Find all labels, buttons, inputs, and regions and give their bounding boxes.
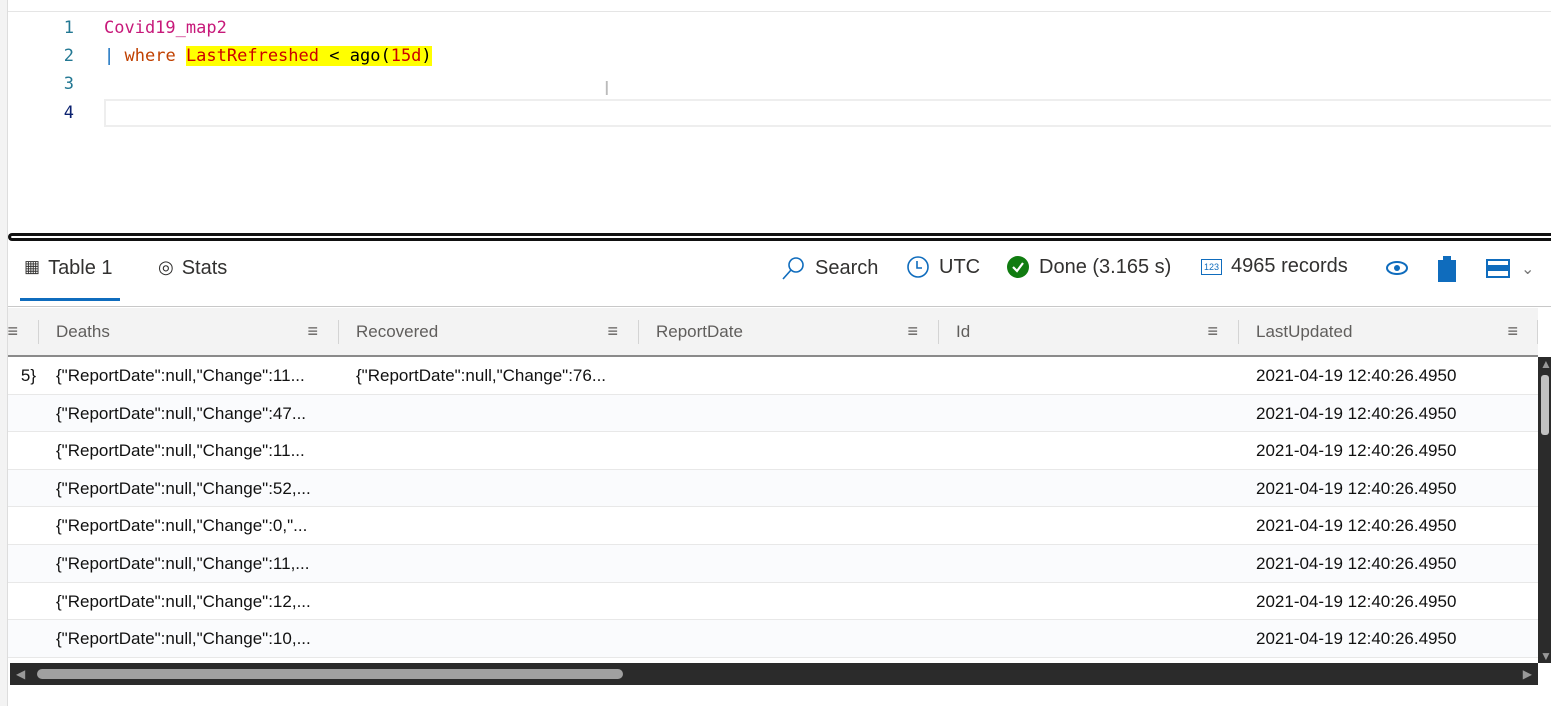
layout-icon [1486, 259, 1510, 278]
timezone-label: UTC [939, 255, 981, 278]
horizontal-scrollbar[interactable]: ◀ ▶ [10, 663, 1538, 685]
scroll-up-icon[interactable]: ▲ [1540, 357, 1551, 371]
cell-lastupdated[interactable]: 2021-04-19 12:40:26.4950 [1238, 583, 1538, 620]
current-line-highlight [104, 99, 1551, 127]
cell-deaths[interactable]: {"ReportDate":null,"Change":47... [38, 395, 338, 432]
editor-line-3: 3 [8, 70, 1551, 98]
cell-deaths[interactable]: {"ReportDate":null,"Change":11... [38, 432, 338, 469]
cell-deaths[interactable]: {"ReportDate":null,"Change":52,... [38, 470, 338, 507]
table-row[interactable]: {"ReportDate":null,"Change":52,... 2021-0… [8, 469, 1538, 508]
column-menu-icon[interactable]: ≡ [307, 308, 318, 355]
cell-deaths[interactable]: {"ReportDate":null,"Change":10,... [38, 620, 338, 657]
partial-column-header[interactable]: ≡ [7, 308, 38, 355]
column-label: ReportDate [656, 322, 743, 341]
text-cursor-icon: I [604, 78, 610, 100]
line-number: 2 [63, 46, 74, 66]
chevron-down-icon: ⌄ [1521, 261, 1535, 278]
where-keyword: where [124, 46, 176, 66]
grid-header: ≡ Deaths ≡ Recovered ≡ ReportDate ≡ Id ≡ Las… [7, 308, 1538, 357]
table-row[interactable]: {"ReportDate":null,"Change":10,... 2021-0… [8, 620, 1538, 658]
function: ago( [349, 46, 391, 66]
scroll-left-icon[interactable]: ◀ [16, 667, 25, 681]
tab-table-1[interactable]: ▦ Table 1 [20, 255, 120, 301]
copy-button[interactable] [1437, 255, 1457, 283]
cell-lastupdated[interactable]: 2021-04-19 12:40:26.4950 [1238, 395, 1538, 432]
table-row[interactable]: {"ReportDate":null,"Change":11,... 2021-0… [8, 545, 1538, 583]
scroll-down-icon[interactable]: ▼ [1540, 649, 1551, 663]
cell-lastupdated[interactable]: 2021-04-19 12:40:26.4950 [1238, 357, 1538, 394]
cell-lastupdated[interactable]: 2021-04-19 12:40:26.4950 [1238, 432, 1538, 469]
column-menu-icon[interactable]: ≡ [607, 308, 618, 355]
table-row[interactable]: {"ReportDate":null,"Change":12,... 2021-0… [8, 583, 1538, 621]
search-label: Search [815, 256, 879, 279]
table-row[interactable]: {"ReportDate":null,"Change":47... 2021-04… [8, 394, 1538, 433]
column-header-deaths[interactable]: Deaths ≡ [38, 308, 338, 355]
cell-lastupdated[interactable]: 2021-04-19 12:40:26.4950 [1238, 620, 1538, 657]
stats-icon: ◎ [158, 257, 174, 277]
results-toolbar: ▦ Table 1 ◎ Stats Search UTC Done (3.165… [8, 245, 1551, 307]
record-count: 123 4965 records [1201, 255, 1348, 278]
pane-splitter[interactable] [8, 233, 1551, 241]
column-menu-icon[interactable]: ≡ [7, 308, 18, 355]
records-label: 4965 records [1231, 255, 1348, 277]
line-number: 4 [63, 103, 74, 123]
search-button[interactable]: Search [780, 255, 878, 281]
table-row[interactable]: {"ReportDate":null,"Change":11... 2021-04… [8, 432, 1538, 470]
status-label: Done (3.165 s) [1039, 255, 1172, 278]
table-name: Covid19_map2 [104, 18, 227, 38]
view-button[interactable] [1385, 259, 1409, 277]
check-circle-icon [1007, 256, 1029, 278]
argument: 15d [390, 46, 422, 66]
timezone-button[interactable]: UTC [906, 255, 980, 279]
cell-deaths[interactable]: {"ReportDate":null,"Change":12,... [38, 583, 338, 620]
column-menu-icon[interactable]: ≡ [907, 308, 918, 355]
cell-deaths[interactable]: {"ReportDate":null,"Change":11... [38, 357, 338, 394]
column-menu-icon[interactable]: ≡ [1207, 308, 1218, 355]
eye-icon [1386, 261, 1408, 275]
cell-lastupdated[interactable]: 2021-04-19 12:40:26.4950 [1238, 507, 1538, 544]
column-header-reportdate[interactable]: ReportDate ≡ [638, 308, 938, 355]
column-header-lastupdated[interactable]: LastUpdated ≡ [1238, 308, 1538, 355]
cell-recovered[interactable]: {"ReportDate":null,"Change":76... [338, 357, 638, 394]
pipe: | [104, 46, 115, 66]
cell-lastupdated[interactable]: 2021-04-19 12:40:26.4950 [1238, 545, 1538, 582]
scroll-right-icon[interactable]: ▶ [1523, 667, 1532, 681]
tab-stats[interactable]: ◎ Stats [158, 255, 227, 301]
cell-partial[interactable]: 5} [8, 357, 38, 394]
vertical-scrollbar[interactable]: ▲ ▼ [1538, 357, 1551, 663]
operator: < [329, 46, 340, 66]
editor-line-2: 2 | where LastRefreshed < ago(15d) [8, 42, 1551, 70]
tab-label: Table 1 [48, 257, 113, 279]
paren: ) [421, 46, 432, 66]
column-label: LastUpdated [1256, 322, 1353, 341]
layout-dropdown[interactable]: ⌄ [1486, 259, 1534, 279]
horizontal-scroll-thumb[interactable] [37, 669, 623, 679]
table-icon: ▦ [24, 257, 41, 276]
search-icon [782, 257, 804, 280]
column-header-recovered[interactable]: Recovered ≡ [338, 308, 638, 355]
column-label: Id [956, 322, 971, 341]
query-editor[interactable]: 1 Covid19_map2 2 | where LastRefreshed <… [8, 11, 1551, 243]
tab-label: Stats [181, 257, 228, 279]
column-label: Recovered [356, 322, 439, 341]
editor-line-1: 1 Covid19_map2 [8, 14, 1551, 42]
line-number: 1 [63, 18, 74, 38]
column-name: LastRefreshed [185, 46, 319, 66]
cell-deaths[interactable]: {"ReportDate":null,"Change":11,... [38, 545, 338, 582]
number-icon: 123 [1201, 258, 1223, 275]
line-number: 3 [63, 74, 74, 94]
clock-icon [907, 256, 929, 278]
table-row[interactable]: {"ReportDate":null,"Change":0,"... 2021-0… [8, 507, 1538, 545]
cell-deaths[interactable]: {"ReportDate":null,"Change":0,"... [38, 507, 338, 544]
highlighted-expression: LastRefreshed < ago(15d) [185, 46, 432, 66]
column-label: Deaths [56, 322, 110, 341]
column-menu-icon[interactable]: ≡ [1507, 308, 1518, 355]
vertical-scroll-thumb[interactable] [1541, 375, 1549, 435]
clipboard-icon [1438, 256, 1456, 282]
table-row[interactable]: 5} {"ReportDate":null,"Change":11... {"Rep… [8, 357, 1538, 395]
cell-lastupdated[interactable]: 2021-04-19 12:40:26.4950 [1238, 470, 1538, 507]
query-status: Done (3.165 s) [1006, 255, 1171, 279]
editor-line-4: 4 [8, 99, 1551, 127]
column-header-id[interactable]: Id ≡ [938, 308, 1238, 355]
